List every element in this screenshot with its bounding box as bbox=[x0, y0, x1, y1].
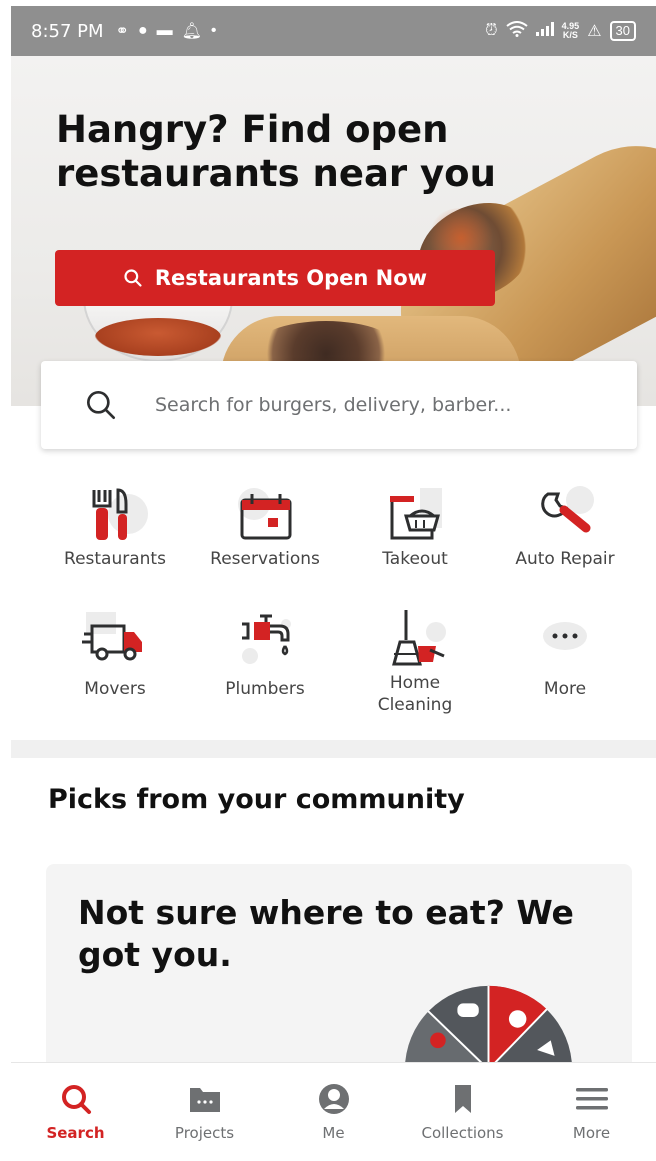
search-input[interactable] bbox=[155, 394, 605, 416]
more-dots-icon bbox=[530, 610, 600, 672]
youtube-icon: ▬ bbox=[156, 22, 173, 39]
nav-label: Search bbox=[46, 1124, 105, 1142]
profile-icon bbox=[318, 1084, 349, 1114]
utensils-icon bbox=[80, 480, 150, 542]
category-label: Plumbers bbox=[225, 679, 305, 699]
faucet-icon bbox=[230, 610, 300, 672]
search-bar[interactable] bbox=[41, 361, 637, 449]
nav-collections[interactable]: Collections bbox=[398, 1063, 527, 1161]
nav-projects[interactable]: Projects bbox=[140, 1063, 269, 1161]
category-label: More bbox=[543, 679, 587, 699]
menu-icon bbox=[575, 1088, 608, 1110]
category-label: Restaurants bbox=[64, 549, 166, 569]
wifi-icon bbox=[506, 20, 528, 42]
wrench-icon bbox=[530, 480, 600, 542]
category-restaurants[interactable]: Restaurants bbox=[40, 480, 190, 570]
alarm-icon: ⏰︎ bbox=[485, 22, 498, 39]
facebook-icon: ● bbox=[137, 22, 148, 39]
restaurants-open-now-label: Restaurants Open Now bbox=[154, 266, 428, 290]
nav-me[interactable]: Me bbox=[269, 1063, 398, 1161]
nav-more[interactable]: More bbox=[527, 1063, 656, 1161]
bookmark-icon bbox=[454, 1085, 471, 1113]
nav-label: Projects bbox=[174, 1124, 235, 1142]
search-icon bbox=[124, 269, 142, 287]
nav-label: Me bbox=[322, 1124, 345, 1142]
system-icons: ⏰︎ 4.95 K/S ⚠︎ 30 bbox=[485, 20, 636, 42]
category-takeout[interactable]: Takeout bbox=[340, 480, 490, 570]
status-time: 8:57 PM bbox=[31, 20, 104, 42]
card-title: Not sure where to eat? We got you. bbox=[78, 893, 574, 974]
category-label: Auto Repair bbox=[515, 549, 615, 569]
search-icon bbox=[87, 391, 115, 419]
category-auto-repair[interactable]: Auto Repair bbox=[490, 480, 640, 570]
broom-icon bbox=[380, 610, 450, 672]
dot-icon: • bbox=[210, 22, 217, 39]
lab-icon: ⚠︎ bbox=[587, 23, 602, 40]
category-home-cleaning[interactable]: Home Cleaning bbox=[340, 610, 490, 716]
nav-search[interactable]: Search bbox=[11, 1063, 140, 1161]
net-speed-unit: K/S bbox=[562, 30, 578, 40]
signal-icon bbox=[535, 21, 554, 41]
moving-truck-icon bbox=[80, 610, 150, 672]
category-more[interactable]: More bbox=[490, 610, 640, 700]
bell-icon: 🔔︎ bbox=[181, 23, 202, 40]
hero-title: Hangry? Find open restaurants near you bbox=[56, 108, 496, 195]
section-divider bbox=[11, 740, 656, 758]
sauce-image bbox=[95, 318, 221, 356]
nav-label: More bbox=[572, 1124, 611, 1142]
category-reservations[interactable]: Reservations bbox=[190, 480, 340, 570]
section-title: Picks from your community bbox=[48, 784, 465, 815]
bottom-nav: Search Projects Me Collections More bbox=[11, 1062, 656, 1161]
category-label: Reservations bbox=[210, 549, 320, 569]
category-label: Movers bbox=[84, 679, 146, 699]
category-label: Takeout bbox=[382, 549, 448, 569]
hero-banner: Hangry? Find open restaurants near you R… bbox=[11, 56, 656, 406]
status-bar: 8:57 PM ⚭ ● ▬ 🔔︎ • ⏰︎ 4.95 K/S ⚠︎ 30 bbox=[11, 6, 656, 56]
category-movers[interactable]: Movers bbox=[40, 610, 190, 700]
notification-icons: ⚭ ● ▬ 🔔︎ • bbox=[116, 21, 217, 41]
net-speed: 4.95 K/S bbox=[562, 22, 580, 40]
takeout-bag-icon bbox=[380, 480, 450, 542]
restaurants-open-now-button[interactable]: Restaurants Open Now bbox=[55, 250, 495, 306]
category-label: Home Cleaning bbox=[377, 673, 453, 715]
battery-icon: 30 bbox=[609, 21, 636, 41]
link-icon: ⚭ bbox=[115, 23, 129, 40]
category-plumbers[interactable]: Plumbers bbox=[190, 610, 340, 700]
calendar-icon bbox=[230, 480, 300, 542]
folder-icon bbox=[189, 1088, 220, 1112]
search-icon bbox=[61, 1085, 91, 1114]
nav-label: Collections bbox=[421, 1124, 504, 1142]
